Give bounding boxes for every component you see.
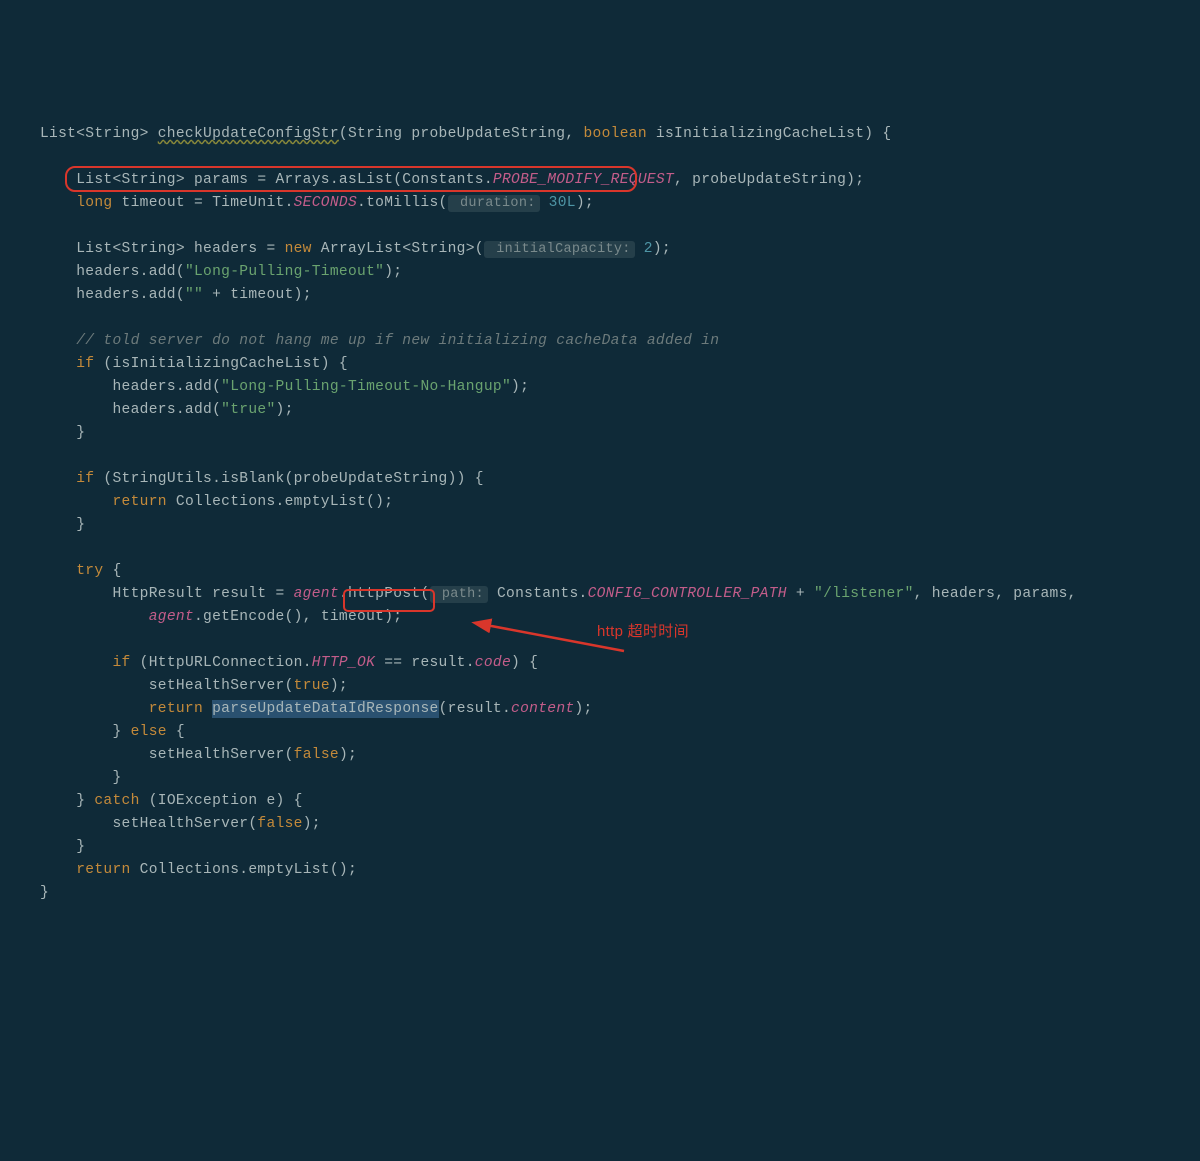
code-line: headers.add("" + timeout); bbox=[40, 287, 312, 303]
code-line: HttpResult result = agent.httpPost( path… bbox=[40, 586, 1077, 602]
code-line: List<String> headers = new ArrayList<Str… bbox=[40, 241, 671, 257]
code-line: setHealthServer(true); bbox=[40, 678, 348, 694]
code-line: agent.getEncode(), timeout); bbox=[40, 609, 402, 625]
code-line: headers.add("Long-Pulling-Timeout"); bbox=[40, 264, 402, 280]
code-line: return Collections.emptyList(); bbox=[40, 494, 393, 510]
code-line: long timeout = TimeUnit.SECONDS.toMillis… bbox=[40, 195, 594, 211]
annotation-arrow bbox=[438, 570, 598, 640]
code-line: setHealthServer(false); bbox=[40, 816, 321, 832]
code-line: if (isInitializingCacheList) { bbox=[40, 356, 348, 372]
code-editor[interactable]: List<String> checkUpdateConfigStr(String… bbox=[0, 92, 1200, 1043]
code-line: } else { bbox=[40, 724, 185, 740]
code-line: List<String> checkUpdateConfigStr(String… bbox=[40, 126, 891, 142]
param-hint: path: bbox=[430, 586, 488, 603]
code-line: } bbox=[40, 885, 49, 901]
annotation-label: http 超时时间 bbox=[597, 620, 689, 643]
code-line: return Collections.emptyList(); bbox=[40, 862, 357, 878]
code-line: if (HttpURLConnection.HTTP_OK == result.… bbox=[40, 655, 538, 671]
code-line: if (StringUtils.isBlank(probeUpdateStrin… bbox=[40, 471, 484, 487]
code-line: // told server do not hang me up if new … bbox=[40, 333, 719, 349]
code-line: setHealthServer(false); bbox=[40, 747, 357, 763]
param-hint: duration: bbox=[448, 195, 540, 212]
code-line: List<String> params = Arrays.asList(Cons… bbox=[40, 172, 864, 188]
code-line: } bbox=[40, 839, 85, 855]
code-line: try { bbox=[40, 563, 122, 579]
code-line: headers.add("Long-Pulling-Timeout-No-Han… bbox=[40, 379, 529, 395]
code-line: } bbox=[40, 425, 85, 441]
code-line: } bbox=[40, 770, 122, 786]
code-line: return parseUpdateDataIdResponse(result.… bbox=[40, 700, 593, 718]
code-line: headers.add("true"); bbox=[40, 402, 294, 418]
code-line: } bbox=[40, 517, 85, 533]
param-hint: initialCapacity: bbox=[484, 241, 635, 258]
